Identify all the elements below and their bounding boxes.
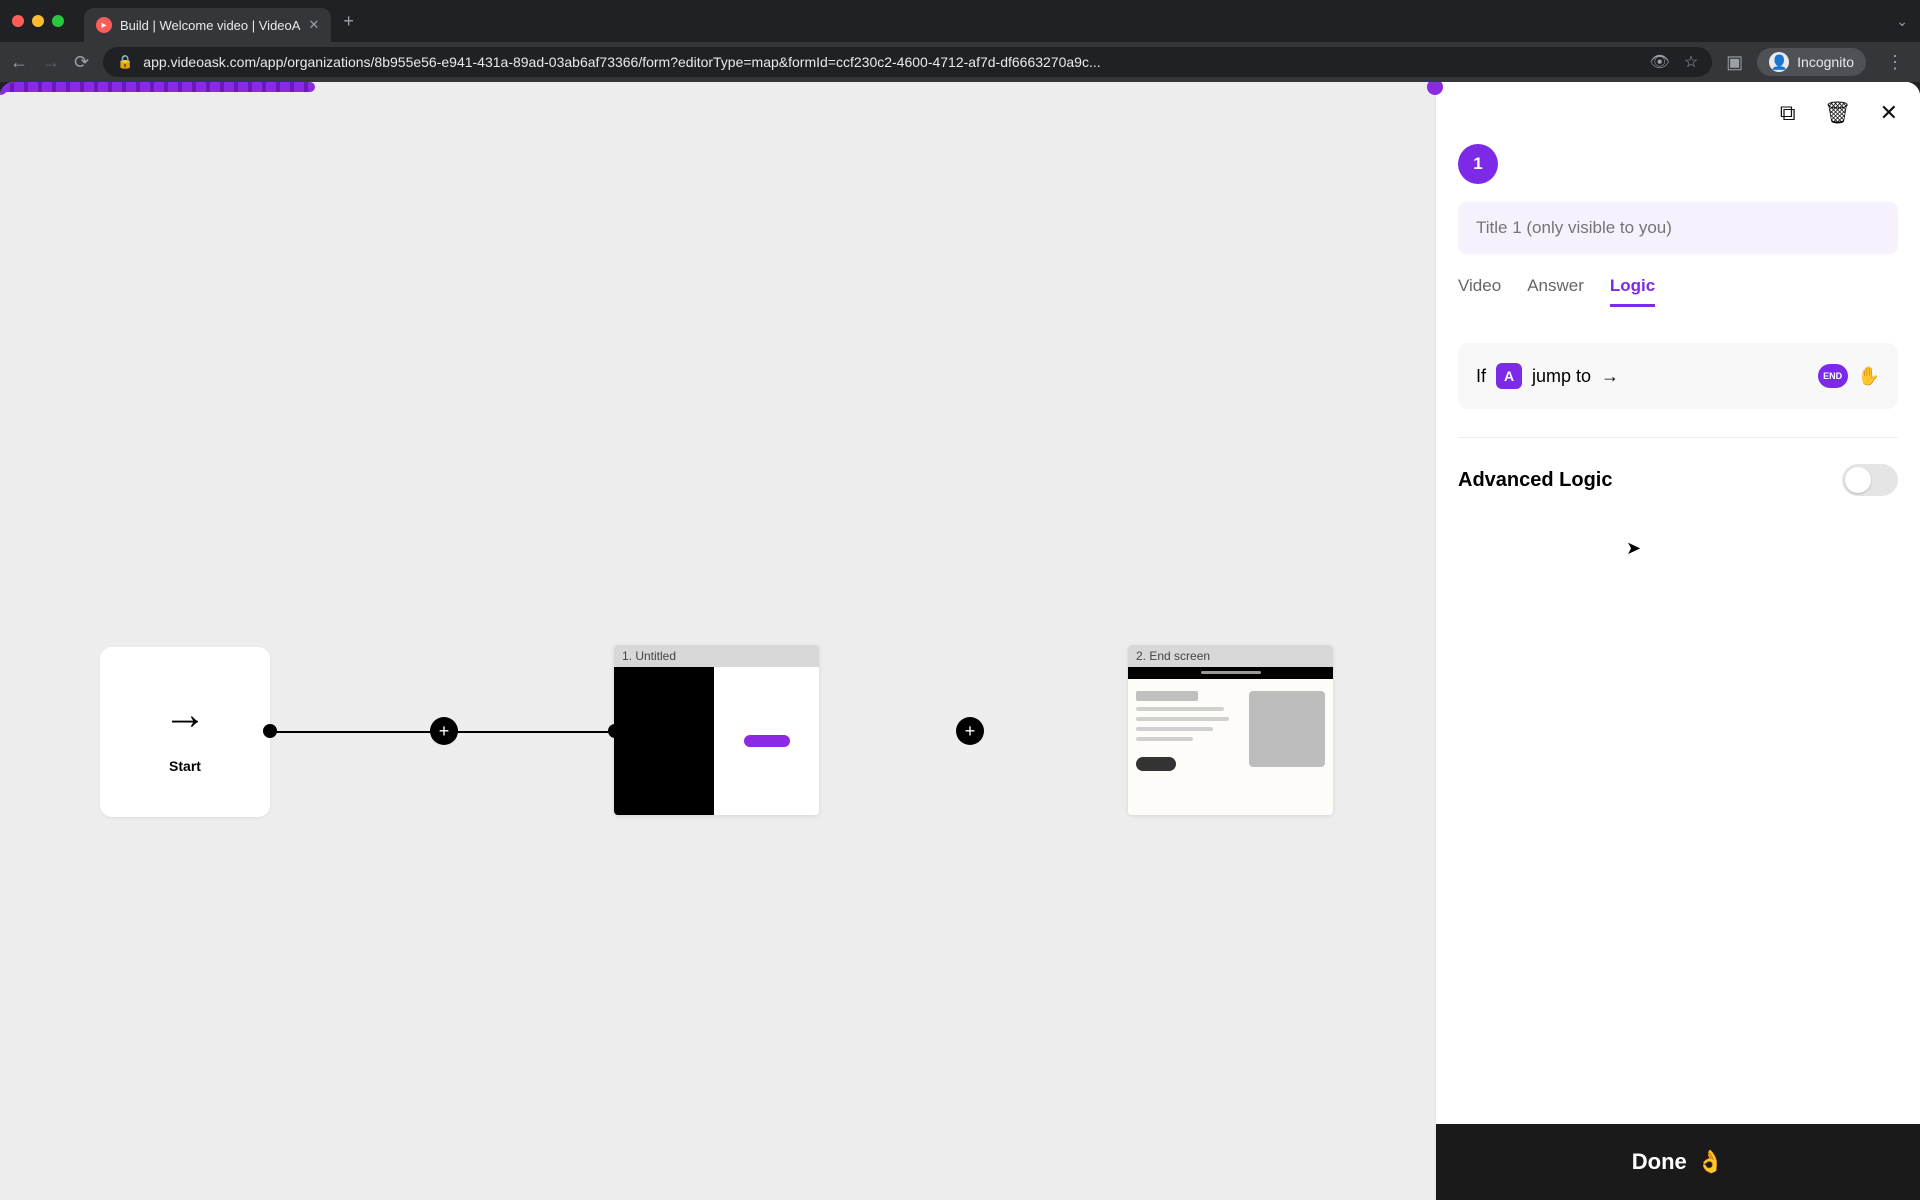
advanced-logic-label: Advanced Logic (1458, 469, 1612, 492)
preview-topbar (1128, 667, 1333, 679)
url-text: app.videoask.com/app/organizations/8b955… (143, 54, 1100, 70)
edit-target-icon[interactable]: ✋ (1858, 366, 1880, 387)
window-zoom[interactable] (52, 15, 64, 27)
window-close[interactable] (12, 15, 24, 27)
done-button[interactable]: Done 👌 (1436, 1124, 1920, 1200)
start-node[interactable]: → Start (100, 647, 270, 817)
end-target-chip[interactable]: END (1818, 364, 1848, 388)
duplicate-icon[interactable]: ⧉ (1780, 100, 1796, 126)
edge-1-to-end (0, 82, 315, 92)
browser-toolbar: ← → ⟳ 🔒 app.videoask.com/app/organizatio… (0, 42, 1920, 82)
eye-off-icon[interactable]: 👁 (1650, 52, 1670, 72)
if-label: If (1476, 366, 1486, 387)
delete-icon[interactable]: 🗑 (1824, 100, 1852, 126)
step-number-badge: 1 (1458, 144, 1498, 184)
add-step-button[interactable]: + (430, 717, 458, 745)
panel-tabs: Video Answer Logic (1436, 276, 1920, 321)
step-1-title: 1. Untitled (614, 645, 819, 667)
flow-canvas[interactable]: → Start + 1. Untitled + 2. End screen (0, 82, 1435, 1200)
new-tab-button[interactable]: + (343, 11, 354, 32)
secure-icon: 🔒 (117, 54, 133, 70)
step-title-input[interactable] (1458, 202, 1898, 254)
close-icon[interactable]: ✕ (1880, 100, 1898, 126)
tab-title: Build | Welcome video | VideoA (120, 18, 300, 33)
answer-pill-icon (744, 735, 790, 747)
preview-button (1136, 757, 1176, 771)
extensions-icon[interactable]: ▣ (1726, 52, 1743, 73)
jump-to-label: jump to (1532, 366, 1591, 387)
browser-menu-icon[interactable]: ⋮ (1880, 52, 1910, 73)
tab-favicon-icon: ▸ (96, 17, 112, 33)
advanced-logic-toggle[interactable] (1842, 464, 1898, 496)
incognito-label: Incognito (1797, 54, 1854, 70)
titlebar: ▸ Build | Welcome video | VideoA ✕ + ⌄ (0, 0, 1920, 42)
tabs-dropdown-icon[interactable]: ⌄ (1896, 13, 1908, 30)
tab-logic[interactable]: Logic (1610, 276, 1655, 307)
window-minimize[interactable] (32, 15, 44, 27)
end-screen-node[interactable]: 2. End screen (1128, 645, 1333, 815)
bookmark-icon[interactable]: ☆ (1684, 52, 1698, 72)
arrow-right-icon: → (1601, 366, 1619, 387)
connector-dot[interactable] (263, 724, 277, 738)
preview-line (1136, 691, 1198, 701)
incognito-chip[interactable]: 👤 Incognito (1757, 48, 1866, 76)
address-bar[interactable]: 🔒 app.videoask.com/app/organizations/8b9… (103, 47, 1712, 77)
answer-chip: A (1496, 363, 1522, 389)
video-thumbnail (614, 667, 714, 815)
incognito-icon: 👤 (1769, 52, 1789, 72)
step-node-1[interactable]: 1. Untitled (614, 645, 819, 815)
step-2-title: 2. End screen (1128, 645, 1333, 667)
preview-line (1136, 717, 1229, 721)
preview-line (1136, 707, 1224, 711)
preview-line (1136, 737, 1193, 741)
arrow-right-icon: → (163, 690, 207, 740)
app-viewport: → Start + 1. Untitled + 2. End screen (0, 82, 1920, 1200)
back-button[interactable]: ← (10, 52, 28, 73)
preview-thumb (1249, 691, 1325, 767)
logic-rule-row[interactable]: If A jump to → END ✋ (1458, 343, 1898, 409)
add-step-button[interactable]: + (956, 717, 984, 745)
start-label: Start (169, 758, 201, 774)
ok-hand-icon: 👌 (1697, 1149, 1724, 1175)
browser-tab[interactable]: ▸ Build | Welcome video | VideoA ✕ (84, 8, 331, 42)
tab-video[interactable]: Video (1458, 276, 1501, 307)
reload-button[interactable]: ⟳ (74, 52, 89, 73)
properties-panel: ⧉ 🗑 ✕ 1 Video Answer Logic If A jump to … (1435, 82, 1920, 1200)
tab-answer[interactable]: Answer (1527, 276, 1584, 307)
done-label: Done (1632, 1149, 1687, 1175)
tab-close-icon[interactable]: ✕ (308, 17, 319, 33)
forward-button[interactable]: → (42, 52, 60, 73)
preview-line (1136, 727, 1213, 731)
